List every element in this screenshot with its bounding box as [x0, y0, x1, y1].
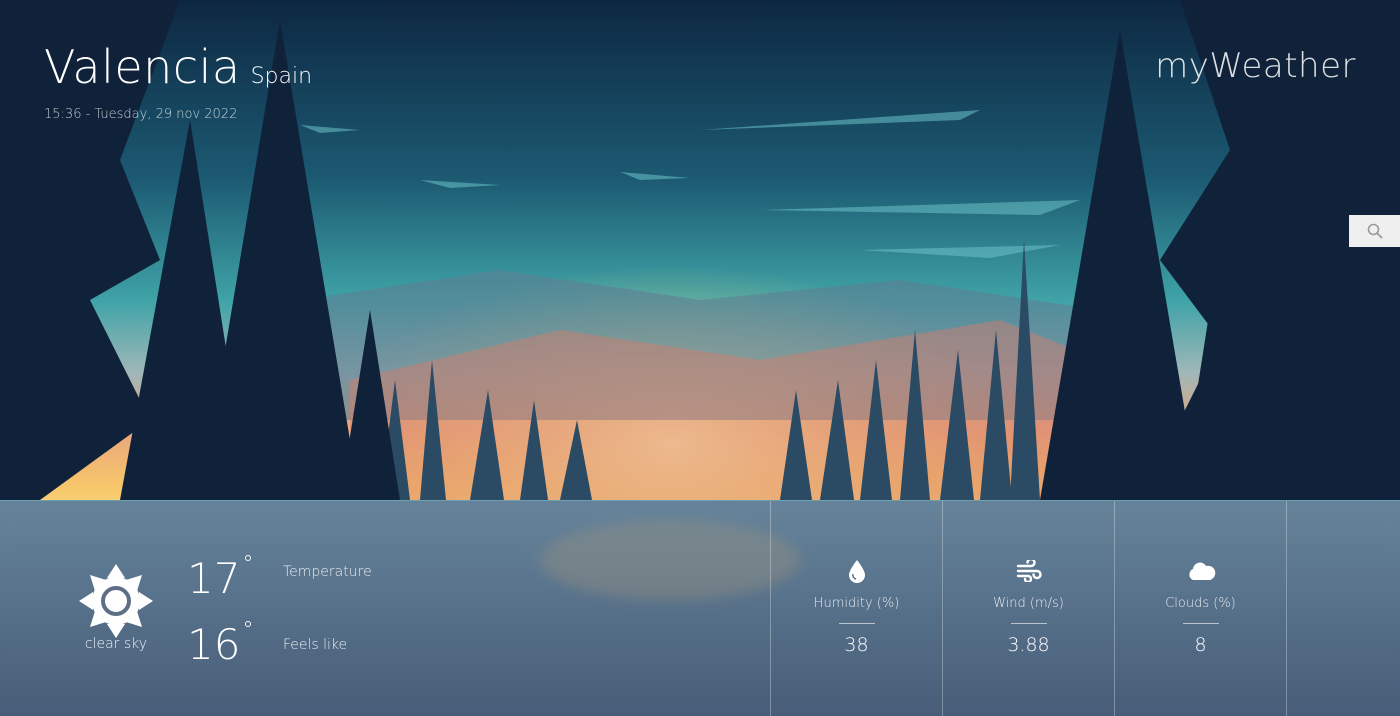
degree-symbol: °	[242, 618, 254, 643]
condition-text: clear sky	[84, 636, 148, 652]
stat-label: Humidity (%)	[813, 596, 900, 611]
search-button[interactable]	[1349, 215, 1400, 247]
stat-humidity: Humidity (%) 38	[771, 556, 942, 656]
stat-value: 3.88	[1007, 634, 1050, 656]
temperature-label: Temperature	[283, 564, 372, 580]
droplet-icon	[848, 560, 865, 583]
stat-label: Clouds (%)	[1165, 596, 1236, 611]
degree-symbol: °	[242, 552, 254, 577]
stat-value: 38	[844, 634, 869, 656]
divider	[1286, 501, 1287, 716]
country-name: Spain	[250, 64, 313, 89]
search-icon	[1367, 223, 1383, 239]
feels-like-label: Feels like	[283, 637, 348, 653]
stat-rule	[838, 623, 875, 624]
city-name: Valencia	[44, 40, 241, 94]
date-time: 15:36 - Tuesday, 29 nov 2022	[44, 107, 238, 122]
feels-like-value: 16°	[187, 618, 254, 669]
stat-rule	[1182, 623, 1219, 624]
location-header: Valencia Spain	[44, 44, 312, 90]
wind-icon	[1016, 560, 1042, 582]
stat-value: 8	[1194, 634, 1207, 656]
stat-clouds: Clouds (%) 8	[1115, 556, 1286, 656]
stat-rule	[1010, 623, 1047, 624]
stat-wind: Wind (m/s) 3.88	[943, 556, 1114, 656]
sun-icon	[79, 564, 153, 638]
temperature-value: 17°	[187, 552, 254, 603]
stat-label: Wind (m/s)	[993, 596, 1064, 611]
app-logo: myWeather	[1155, 46, 1356, 86]
cloud-icon	[1188, 562, 1215, 580]
